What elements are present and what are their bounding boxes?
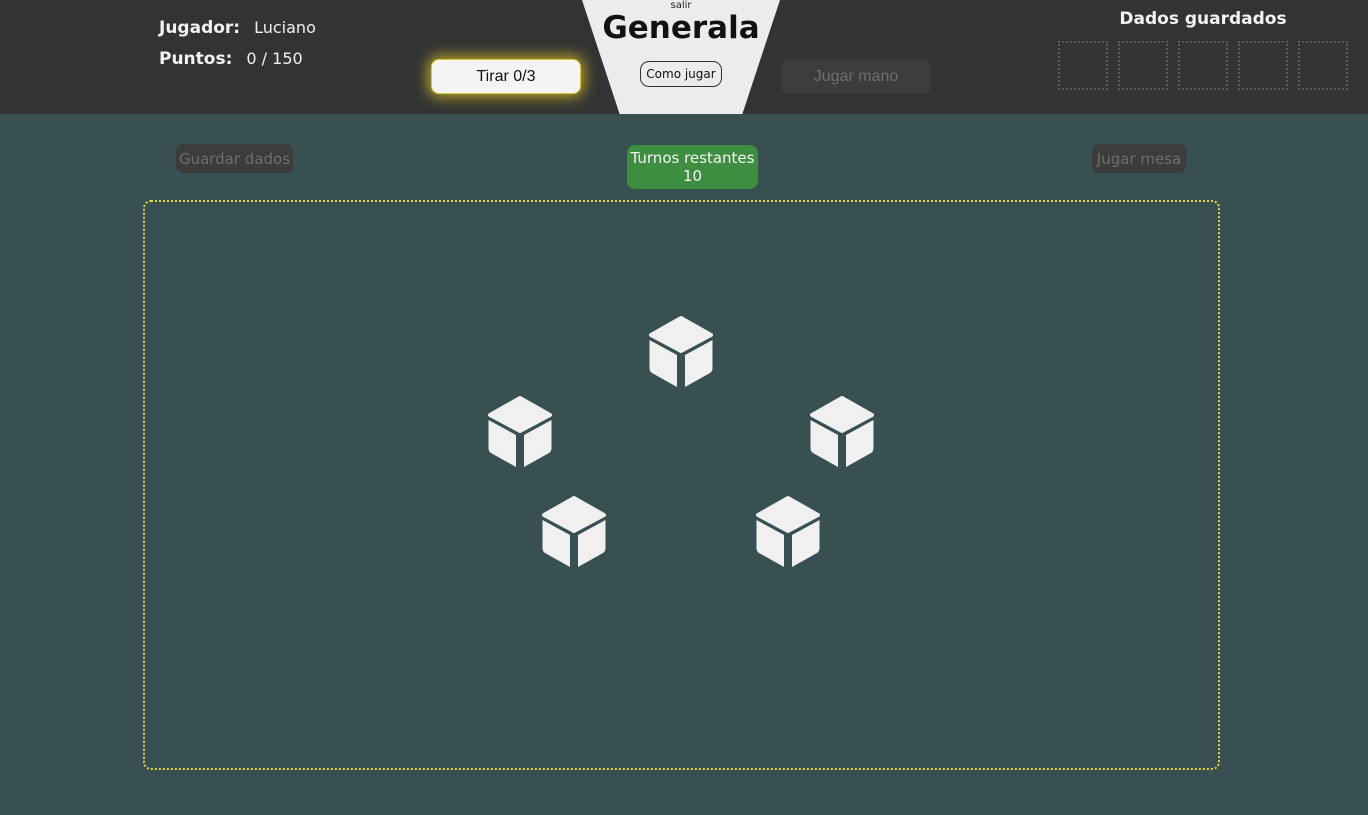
saved-die-slot[interactable] — [1298, 41, 1348, 90]
cube-icon — [810, 396, 874, 467]
saved-dice-title: Dados guardados — [1119, 9, 1287, 29]
game-title: Generala — [602, 10, 760, 46]
player-info: Jugador: Luciano Puntos: 0 / 150 — [159, 18, 316, 80]
cube-icon — [756, 496, 820, 567]
save-dice-button[interactable]: Guardar dados — [176, 144, 293, 173]
points-row: Puntos: 0 / 150 — [159, 49, 316, 80]
die-2[interactable] — [487, 396, 553, 470]
roll-button[interactable]: Tirar 0/3 — [431, 59, 581, 94]
turns-remaining-badge: Turnos restantes 10 — [627, 145, 758, 189]
saved-die-slot[interactable] — [1058, 41, 1108, 90]
turns-value: 10 — [682, 167, 703, 185]
top-bar: Jugador: Luciano Puntos: 0 / 150 Tirar 0… — [0, 0, 1368, 114]
cube-icon — [488, 396, 552, 467]
die-1[interactable] — [648, 316, 714, 390]
cube-icon — [542, 496, 606, 567]
saved-die-slot[interactable] — [1178, 41, 1228, 90]
die-5[interactable] — [755, 496, 821, 570]
play-hand-button[interactable]: Jugar mano — [781, 59, 931, 94]
how-to-play-button[interactable]: Como jugar — [640, 61, 722, 87]
saved-dice-slots — [1058, 41, 1348, 90]
die-4[interactable] — [541, 496, 607, 570]
turns-label: Turnos restantes — [630, 149, 755, 167]
points-value: 0 / 150 — [246, 49, 303, 68]
generala-game: Jugador: Luciano Puntos: 0 / 150 Tirar 0… — [0, 0, 1368, 815]
points-label: Puntos: — [159, 49, 233, 69]
player-row: Jugador: Luciano — [159, 18, 316, 49]
player-name: Luciano — [254, 18, 316, 37]
saved-die-slot[interactable] — [1238, 41, 1288, 90]
saved-die-slot[interactable] — [1118, 41, 1168, 90]
play-table-button[interactable]: Jugar mesa — [1092, 144, 1186, 173]
dice-board — [143, 200, 1220, 770]
cube-icon — [649, 316, 713, 387]
die-3[interactable] — [809, 396, 875, 470]
player-label: Jugador: — [159, 18, 241, 38]
